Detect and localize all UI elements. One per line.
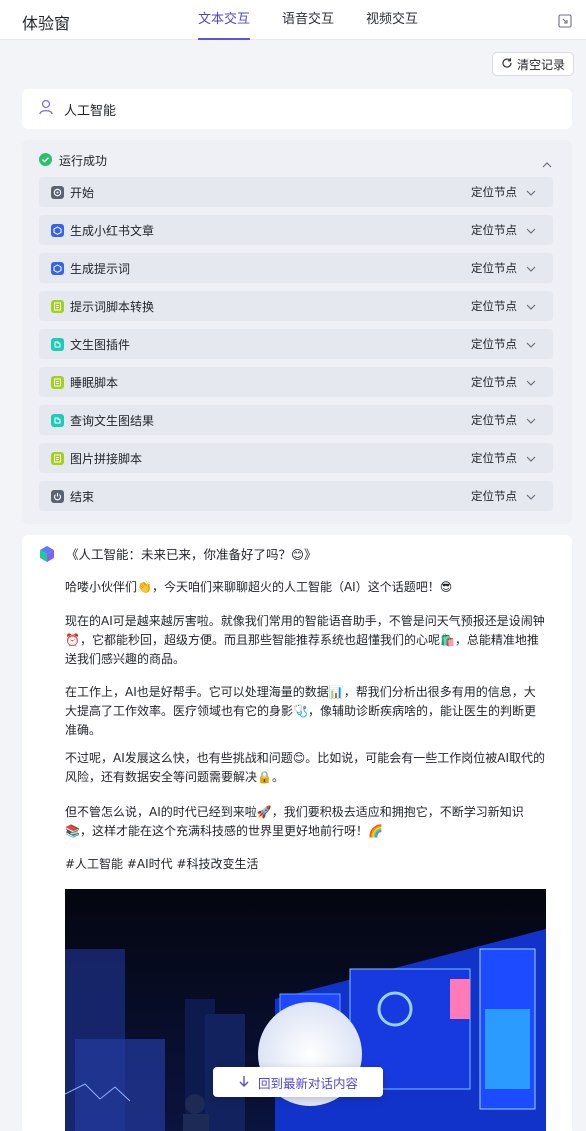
workflow-node-label: 生成小红书文章: [70, 223, 155, 238]
plugin-icon: [51, 413, 64, 427]
workflow-node-label: 睡眠脚本: [70, 375, 119, 390]
tab-video-interaction[interactable]: 视频交互: [366, 0, 418, 40]
workflow-node-label: 提示词脚本转换: [70, 299, 155, 314]
refresh-icon: [501, 57, 513, 72]
workflow-node[interactable]: 开始 定位节点: [39, 177, 553, 207]
plugin-icon: [51, 337, 64, 351]
answer-hashtags: #人工智能 #AI时代 #科技改变生活: [65, 857, 259, 871]
locate-node-link[interactable]: 定位节点: [471, 450, 517, 466]
success-check-icon: [39, 151, 52, 170]
tab-voice-interaction[interactable]: 语音交互: [282, 0, 334, 40]
workflow-node-label: 文生图插件: [70, 337, 131, 352]
workflow-node[interactable]: 睡眠脚本 定位节点: [39, 367, 553, 397]
expand-icon[interactable]: [558, 13, 572, 28]
workflow-node[interactable]: 图片拼接脚本 定位节点: [39, 443, 553, 473]
chevron-down-icon[interactable]: [525, 297, 539, 316]
locate-node-link[interactable]: 定位节点: [471, 336, 517, 352]
workflow-node[interactable]: 文生图插件 定位节点: [39, 329, 553, 359]
locate-node-link[interactable]: 定位节点: [471, 488, 517, 504]
bot-answer-card: 《人工智能：未来已来，你准备好了吗？😊》 哈喽小伙伴们👏，今天咱们来聊聊超火的人…: [22, 535, 572, 1131]
chevron-down-icon[interactable]: [525, 373, 539, 392]
chevron-down-icon[interactable]: [525, 487, 539, 506]
tab-bar: 文本交互 语音交互 视频交互: [198, 0, 450, 40]
chevron-down-icon[interactable]: [525, 449, 539, 468]
clear-history-label: 清空记录: [516, 57, 565, 72]
run-status-header[interactable]: 运行成功: [39, 151, 559, 169]
top-bar: 体验窗 文本交互 语音交互 视频交互: [0, 0, 586, 40]
code-icon: [51, 375, 64, 389]
workflow-node[interactable]: 生成小红书文章 定位节点: [39, 215, 553, 245]
chevron-down-icon[interactable]: [525, 411, 539, 430]
scroll-to-latest-button[interactable]: 回到最新对话内容: [213, 1067, 383, 1097]
chevron-down-icon[interactable]: [525, 183, 539, 202]
end-icon: [51, 489, 64, 503]
answer-paragraph: 不过呢，AI发展这么快，也有些挑战和问题😊。比如说，可能会有一些工作岗位被AI取…: [65, 751, 546, 784]
locate-node-link[interactable]: 定位节点: [471, 222, 517, 238]
workflow-node[interactable]: 生成提示词 定位节点: [39, 253, 553, 283]
workflow-node[interactable]: 查询文生图结果 定位节点: [39, 405, 553, 435]
user-icon: [38, 99, 54, 119]
code-icon: [51, 451, 64, 465]
chevron-down-icon[interactable]: [525, 221, 539, 240]
locate-node-link[interactable]: 定位节点: [471, 412, 517, 428]
locate-node-link[interactable]: 定位节点: [471, 260, 517, 276]
answer-title: 《人工智能：未来已来，你准备好了吗？😊》: [66, 547, 317, 562]
answer-paragraph: 哈喽小伙伴们👏，今天咱们来聊聊超火的人工智能（AI）这个话题吧！😎: [65, 580, 453, 594]
chevron-down-icon[interactable]: [525, 335, 539, 354]
workflow-node-label: 开始: [70, 185, 95, 200]
answer-paragraph: 现在的AI可是越来越厉害啦。就像我们常用的智能语音助手，不管是问天气预报还是设闹…: [65, 614, 545, 666]
workflow-node[interactable]: 提示词脚本转换 定位节点: [39, 291, 553, 321]
workflow-node-label: 生成提示词: [70, 261, 131, 276]
locate-node-link[interactable]: 定位节点: [471, 374, 517, 390]
chevron-down-icon[interactable]: [525, 259, 539, 278]
user-message-text: 人工智能: [64, 103, 117, 119]
answer-paragraph: 但不管怎么说，AI的时代已经到来啦🚀，我们要积极去适应和拥抱它，不断学习新知识📚…: [65, 805, 524, 838]
code-icon: [51, 299, 64, 313]
llm-icon: [51, 223, 64, 237]
start-icon: [51, 185, 64, 199]
locate-node-link[interactable]: 定位节点: [471, 298, 517, 314]
workflow-node-label: 查询文生图结果: [70, 413, 155, 428]
user-message: 人工智能: [22, 89, 572, 129]
answer-paragraph: 在工作上，AI也是好帮手。它可以处理海量的数据📊，帮我们分析出很多有用的信息，大…: [65, 685, 536, 737]
run-trace-panel: 运行成功 开始 定位节点 生成小红书文章 定位节点 生成提示词 定位节点 提示词脚本转换 定位…: [22, 140, 572, 524]
tab-text-interaction[interactable]: 文本交互: [198, 0, 251, 40]
clear-history-button[interactable]: 清空记录: [492, 52, 574, 76]
workflow-node-label: 图片拼接脚本: [70, 451, 143, 466]
locate-node-link[interactable]: 定位节点: [471, 184, 517, 200]
run-status-text: 运行成功: [59, 153, 108, 168]
workflow-node[interactable]: 结束 定位节点: [39, 481, 553, 511]
llm-icon: [51, 261, 64, 275]
workflow-node-label: 结束: [70, 489, 95, 504]
app-title: 体验窗: [22, 14, 71, 33]
scroll-to-latest-label: 回到最新对话内容: [257, 1075, 358, 1091]
bot-logo-icon: [38, 545, 56, 563]
arrow-down-icon: [238, 1075, 250, 1090]
chevron-up-icon[interactable]: [541, 155, 553, 174]
